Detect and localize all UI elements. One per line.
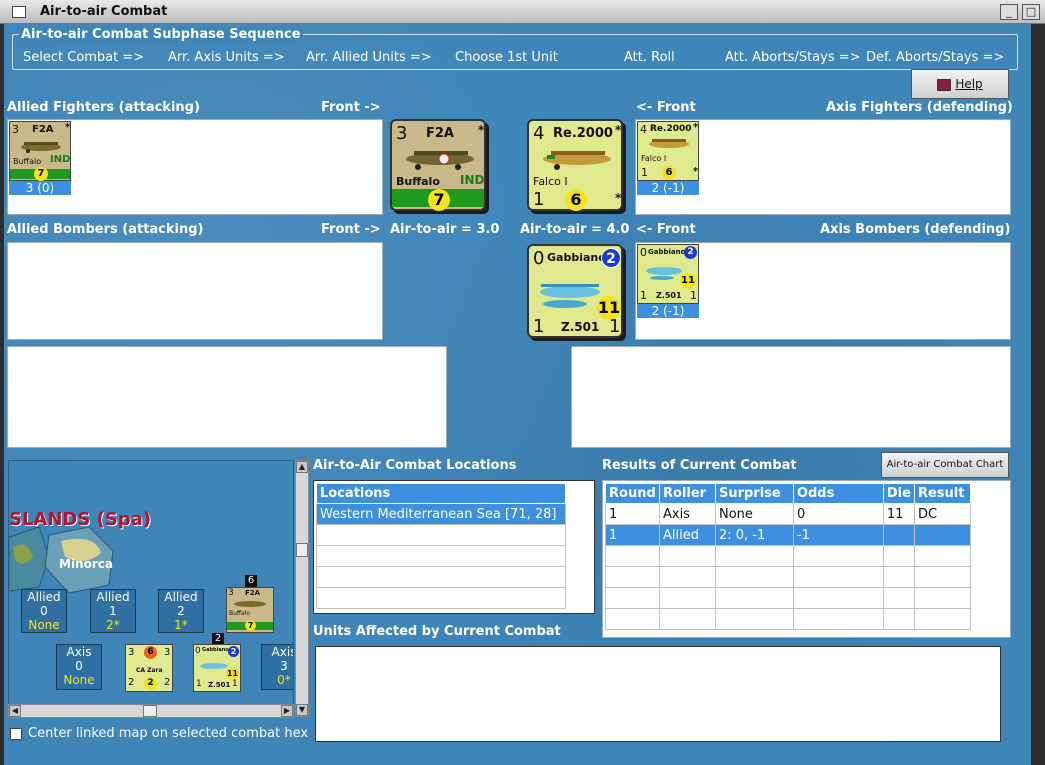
axis-bombers-front: <- Front xyxy=(636,222,696,237)
stack-count: 6 xyxy=(245,575,257,587)
seq-step-arr-allied[interactable]: Arr. Allied Units => xyxy=(306,50,432,65)
unit-counter-re2000-small[interactable]: 4 Re.2000 * Falco I 1 6 * xyxy=(637,121,699,181)
col-surprise: Surprise xyxy=(714,483,794,504)
axis-air-to-air-value: Air-to-air = 4.0 xyxy=(520,222,630,237)
allied-box-1[interactable]: Allied 1 2* xyxy=(90,589,136,633)
map-counter-ca-zara[interactable]: 3 6 3 CA Zara 2 2 2 xyxy=(125,644,173,692)
scroll-down-icon[interactable]: ▼ xyxy=(296,704,308,716)
table-row[interactable] xyxy=(605,587,972,609)
locations-header: Locations xyxy=(316,483,566,504)
book-icon xyxy=(937,78,952,91)
col-odds: Odds xyxy=(792,483,884,504)
units-affected-panel xyxy=(315,646,1001,742)
help-button[interactable]: Help xyxy=(911,69,1009,99)
allied-bombers-panel xyxy=(7,242,383,340)
col-roller: Roller xyxy=(658,483,716,504)
units-affected-label: Units Affected by Current Combat xyxy=(313,624,561,639)
results-panel: Round Roller Surprise Odds Die Result 1A… xyxy=(602,480,1011,638)
map-horizontal-scrollbar[interactable]: ◀ ▶ xyxy=(8,704,294,718)
table-row[interactable] xyxy=(605,566,972,588)
unit-counter-gabbiano-small[interactable]: 0 Gabbiano 2 11 1 Z.501 1 xyxy=(637,244,699,304)
scroll-thumb[interactable] xyxy=(143,705,157,717)
seq-step-att-roll[interactable]: Att. Roll xyxy=(624,50,675,65)
window-icon xyxy=(12,6,26,18)
axis-bombers-panel: 0 Gabbiano 2 11 1 Z.501 1 2 (-1) xyxy=(635,242,1011,340)
unit-status-re2000: 2 (-1) xyxy=(637,181,699,195)
allied-air-to-air-value: Air-to-air = 3.0 xyxy=(390,222,500,237)
axis-fighters-label: Axis Fighters (defending) xyxy=(826,100,1013,115)
hex-label-minorca: Minorca xyxy=(59,557,113,571)
col-die: Die xyxy=(882,483,915,504)
unit-status-gabbiano: 2 (-1) xyxy=(637,304,699,318)
axis-bombers-label: Axis Bombers (defending) xyxy=(820,222,1011,237)
allied-bombers-front: Front -> xyxy=(321,222,381,237)
axis-box-0[interactable]: Axis 0 None xyxy=(56,644,102,690)
table-row[interactable] xyxy=(605,608,972,630)
col-result: Result xyxy=(913,483,972,504)
map-counter-f2a[interactable]: 3 F2A Buffalo 7 xyxy=(226,587,274,633)
scroll-thumb[interactable] xyxy=(296,543,308,557)
results-table: Round Roller Surprise Odds Die Result 1A… xyxy=(605,483,972,630)
allied-box-2[interactable]: Allied 2 1* xyxy=(158,589,204,633)
axis-box-3[interactable]: Axis 3 0* xyxy=(261,644,293,690)
window-title: Air-to-air Combat xyxy=(40,4,168,19)
allied-bombers-label: Allied Bombers (attacking) xyxy=(7,222,204,237)
allied-fighters-front: Front -> xyxy=(321,100,381,115)
location-row[interactable]: Western Mediterranean Sea [71, 28] xyxy=(316,503,566,525)
subphase-sequence: Air-to-air Combat Subphase Sequence Sele… xyxy=(12,27,1018,70)
allied-info-panel xyxy=(7,346,447,448)
scroll-left-icon[interactable]: ◀ xyxy=(9,705,21,717)
location-row[interactable] xyxy=(316,524,566,546)
aircraft-icon xyxy=(234,601,266,607)
aircraft-icon xyxy=(649,139,689,148)
locations-label: Air-to-Air Combat Locations xyxy=(313,458,517,473)
table-row[interactable]: 1 Allied 2: 0, -1 -1 xyxy=(605,524,972,546)
center-map-checkbox[interactable] xyxy=(10,728,22,740)
axis-fighters-panel: 4 Re.2000 * Falco I 1 6 * 2 (-1) xyxy=(635,119,1011,215)
aircraft-icon xyxy=(543,151,611,170)
seq-step-arr-axis[interactable]: Arr. Axis Units => xyxy=(168,50,285,65)
axis-info-panel xyxy=(571,346,1011,448)
seq-step-def-aborts[interactable]: Def. Aborts/Stays => xyxy=(866,50,1004,65)
allied-fighters-label: Allied Fighters (attacking) xyxy=(7,100,200,115)
maximize-button[interactable]: □ xyxy=(1022,4,1040,20)
center-map-label: Center linked map on selected combat hex xyxy=(28,726,309,741)
unit-counter-gabbiano-large[interactable]: 0 Gabbiano 2 11 1 Z.501 1 xyxy=(527,244,623,338)
location-row[interactable] xyxy=(316,566,566,588)
results-label: Results of Current Combat xyxy=(602,458,797,473)
seaplane-icon xyxy=(540,284,600,308)
locations-panel: Locations Western Mediterranean Sea [71,… xyxy=(313,480,595,614)
unit-counter-re2000-large[interactable]: 4 Re.2000 * Falco I 1 6 * xyxy=(527,119,623,211)
aircraft-icon xyxy=(406,151,474,170)
location-row[interactable] xyxy=(316,587,566,609)
axis-fighters-front: <- Front xyxy=(636,100,696,115)
minimize-button[interactable]: _ xyxy=(1000,4,1018,20)
table-row[interactable] xyxy=(605,545,972,567)
allied-fighters-panel: 3 F2A * Buffalo IND 7 3 (0) xyxy=(7,119,383,215)
location-row[interactable] xyxy=(316,545,566,567)
locations-table: Locations Western Mediterranean Sea [71,… xyxy=(316,483,566,609)
col-round: Round xyxy=(605,483,660,504)
allied-box-0[interactable]: Allied 0 None xyxy=(21,589,67,633)
linked-map[interactable]: SLANDS (Spa) Minorca Allied 0 None Allie… xyxy=(8,460,294,706)
map-vertical-scrollbar[interactable]: ▲ ▼ xyxy=(295,460,309,717)
seq-step-att-aborts[interactable]: Att. Aborts/Stays => xyxy=(725,50,861,65)
main-area: Air-to-air Combat Subphase Sequence Sele… xyxy=(0,24,1045,765)
seq-step-select-combat[interactable]: Select Combat => xyxy=(23,50,144,65)
map-counter-gabbiano[interactable]: 0 Gabbiano 2 11 1 Z.501 1 xyxy=(193,644,241,692)
subphase-sequence-legend: Air-to-air Combat Subphase Sequence xyxy=(19,27,303,42)
table-row[interactable]: 1 Axis None 0 11 DC xyxy=(605,503,972,525)
help-label: Help xyxy=(955,77,983,91)
unit-status-f2a: 3 (0) xyxy=(9,181,71,195)
scroll-up-icon[interactable]: ▲ xyxy=(296,461,308,473)
unit-counter-f2a-large[interactable]: 3 F2A * Buffalo IND 7 xyxy=(390,119,486,211)
seq-step-choose-first[interactable]: Choose 1st Unit xyxy=(455,50,558,65)
scroll-right-icon[interactable]: ▶ xyxy=(281,705,293,717)
air-combat-chart-button[interactable]: Air-to-air Combat Chart xyxy=(881,452,1009,478)
unit-counter-f2a-small[interactable]: 3 F2A * Buffalo IND 7 xyxy=(9,121,71,181)
window-titlebar: Air-to-air Combat _ □ xyxy=(0,0,1045,24)
